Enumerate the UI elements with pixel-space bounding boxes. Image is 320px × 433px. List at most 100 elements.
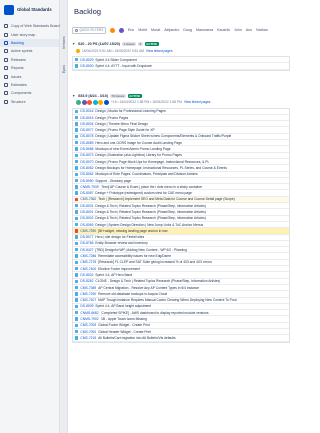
issue-key[interactable]: CMS-7278 [80,260,96,264]
tab-versions[interactable]: Versions [60,30,68,56]
person-filter[interactable]: Mohit [138,28,147,32]
sidebar-item[interactable]: Backlog [0,38,59,48]
issue-key[interactable]: CMS-7290 [80,292,96,296]
issue-row[interactable]: DS-8000 Sprint 4.4, AYTT - Input with Dro… [73,63,289,70]
issue-key[interactable]: DS-8062 [80,172,93,176]
issue-key[interactable]: DS-8004 [80,122,93,126]
sidebar-item[interactable]: Active sprints [0,47,59,55]
avatar[interactable] [110,27,115,33]
issue-type-icon [75,266,79,271]
person-filter[interactable]: Doug [183,28,192,32]
person-filter[interactable]: Alejandro [164,28,179,32]
sprint-name: S53.9 (8/24 - 3/10) [78,93,108,98]
issue-key[interactable]: DS-8029 [80,58,93,62]
issue-type-icon [75,204,79,208]
issue-key[interactable]: DS-8087 [80,191,93,195]
sidebar-item[interactable]: Copy of Web Standards Board [0,22,60,30]
sidebar-item-label: User story map [11,32,36,37]
issue-key[interactable]: CMS-7400 [80,267,96,271]
sidebar-item[interactable]: Structure [0,98,59,106]
avatar[interactable] [119,27,124,33]
avatar[interactable] [87,99,93,105]
sidebar-item[interactable]: Issues [0,72,59,80]
issue-key[interactable]: DS-8262 [80,279,93,283]
issue-type-icon [75,185,79,189]
issue-key[interactable]: DS-8089 [80,141,93,145]
person-filter[interactable]: Anu [246,28,252,32]
issue-key[interactable]: DS-8077 [80,235,93,239]
avatar[interactable] [98,99,104,105]
issue-key[interactable]: DS-8032 [80,273,93,277]
issue-key[interactable]: DS-8002 [80,216,93,220]
issue-type-icon [75,191,79,195]
sidebar-item-label: Components [11,91,32,96]
project-header[interactable]: Global Standards [0,0,59,18]
chevron-down-icon[interactable]: ▼ [72,94,76,98]
chevron-down-icon[interactable]: ▼ [72,42,76,46]
view-linked-pages-link[interactable]: View linked pages [184,100,211,104]
issue-key[interactable]: CNMS-7902 [80,317,98,321]
quick-filters: QUICK FILTERS Eric Mohit Murat Alejandro Dou… [72,25,290,35]
issue-key[interactable]: CMS-7093 [80,323,96,327]
sidebar-item[interactable]: Reports [0,64,59,72]
view-linked-pages-link[interactable]: View linked pages [146,49,173,53]
issue-key[interactable]: DS-8015 [80,116,93,120]
issue-key[interactable]: DS-8766 [80,241,93,245]
issue-key[interactable]: DS-8000 [80,64,93,68]
issue-key[interactable]: DS-8050 [80,179,93,183]
issue-key[interactable]: DS-8001 [80,210,93,214]
issue-key[interactable]: DS-8031 [80,204,93,208]
issue-key[interactable]: CMS-7389 [80,286,96,290]
sidebar-item[interactable]: Releases [0,56,59,64]
issue-type-icon [75,298,79,302]
issue-key[interactable]: CNMS-7939 [80,185,98,189]
issue-key[interactable]: CMS-7360 [80,197,96,201]
avatar[interactable] [92,99,98,105]
sidebar-item-label: Copy of Web Standards Board [11,24,60,29]
issue-type-icon [75,159,79,164]
issue-key[interactable]: DS-8070 [80,160,93,164]
issue-key[interactable]: DS-8073 [80,153,93,157]
issue-key[interactable]: DS-8069 [80,223,93,227]
issue-key[interactable]: CNMS-6682 [80,311,98,315]
issue-key[interactable]: CMS-7286 [80,254,96,258]
sidebar-item[interactable]: User story map [0,30,59,38]
avatar[interactable] [103,99,109,105]
person-filter[interactable]: Nathan [256,28,268,32]
issue-key[interactable]: DS-8052 [80,166,93,170]
issue-key[interactable]: DS-8078 [80,134,93,138]
page-title: Backlog [74,7,102,16]
issue-key[interactable]: DS-8016 [80,109,93,113]
issue-summary: Support - Glossary page [95,178,132,183]
issue-summary: [Research] FL CLEP and SAT Suite giving … [98,260,212,265]
issue-summary: Elective Footer improvement [98,266,141,271]
person-filter[interactable]: Kaushik [217,28,230,32]
issue-summary: Tech | [Research] Implement SEO and Meta… [98,197,235,202]
sidebar-item[interactable]: Components [0,89,59,97]
issue-count: 73 issues [109,93,126,98]
person-filter[interactable]: John [234,28,242,32]
issue-summary: Design Mockups for Homepage, Instruction… [95,165,227,170]
search-input[interactable]: QUICK FILTERS [72,26,106,34]
person-filter[interactable]: Eric [128,28,134,32]
person-filter[interactable]: Murat [151,28,160,32]
star-icon [76,48,80,53]
issue-key[interactable]: DS-8009 [80,304,93,308]
issue-key[interactable]: CMS-7407 [80,298,96,302]
issue-type-icon [75,248,79,252]
sidebar-item[interactable]: Estimates [0,81,59,89]
tab-epics[interactable]: Epics [60,58,68,80]
issue-key[interactable]: DS-8427 [80,248,93,252]
issue-key[interactable]: DS-8077 [80,128,93,132]
avatar[interactable] [76,99,81,105]
issue-key[interactable]: DS-8068 [80,147,93,151]
issue-key[interactable]: CMS-7390 [80,229,96,233]
issue-key[interactable]: CMS-7092 [80,330,96,334]
issue-row[interactable]: CMS-7215 All Bulletin/Cart migration into… [73,335,289,342]
avatar[interactable] [81,99,87,105]
status-badge: ACTIVE [144,42,159,46]
issue-key[interactable]: CMS-7215 [80,336,96,340]
person-filter[interactable]: Manorama [196,28,213,32]
issue-summary: Remediate accessibility issues for new E… [98,254,172,259]
sprint-icon [4,49,8,54]
